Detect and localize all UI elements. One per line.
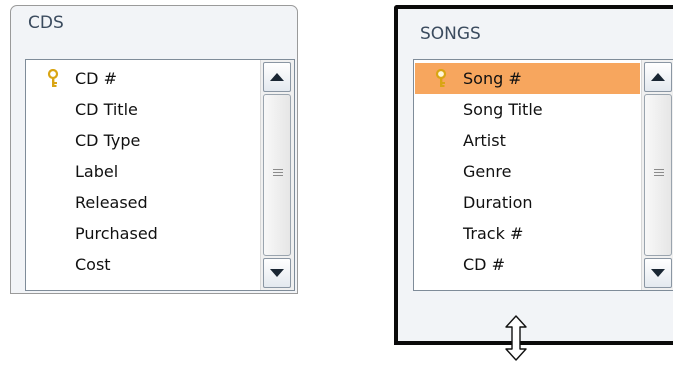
field-row[interactable]: Released: [27, 187, 257, 218]
field-name: CD Title: [75, 100, 138, 119]
field-row[interactable]: Track #: [415, 218, 640, 249]
table-title-cds[interactable]: CDS: [11, 6, 297, 36]
field-name: Label: [75, 162, 119, 181]
field-row[interactable]: Duration: [415, 187, 640, 218]
field-row[interactable]: Label: [27, 156, 257, 187]
primary-key-icon: [435, 69, 447, 87]
field-row[interactable]: CD Title: [27, 94, 257, 125]
field-name: Cost: [75, 255, 111, 274]
field-row[interactable]: Genre: [415, 156, 640, 187]
field-row-selected[interactable]: Song #: [415, 63, 640, 94]
scroll-down-button[interactable]: [644, 258, 672, 288]
scroll-thumb[interactable]: [263, 94, 291, 256]
field-row[interactable]: Artist: [415, 125, 640, 156]
scroll-up-arrow-icon: [270, 73, 284, 81]
field-row[interactable]: CD #: [415, 249, 640, 280]
field-row[interactable]: CD Type: [27, 125, 257, 156]
vertical-resize-cursor-icon: [505, 315, 527, 361]
scroll-up-arrow-icon: [651, 73, 665, 81]
field-row[interactable]: Song Title: [415, 94, 640, 125]
field-name: CD #: [463, 255, 505, 274]
field-name: Song #: [463, 69, 522, 88]
scroll-up-button[interactable]: [644, 62, 672, 92]
field-name: Purchased: [75, 224, 158, 243]
scroll-down-button[interactable]: [263, 258, 291, 288]
field-name: Duration: [463, 193, 533, 212]
table-cds[interactable]: CDS CD # CD Title CD Type Label Released…: [10, 5, 298, 294]
field-name: Released: [75, 193, 148, 212]
field-list-songs: Song # Song Title Artist Genre Duration …: [413, 59, 673, 291]
field-row[interactable]: CD #: [27, 63, 257, 94]
scroll-up-button[interactable]: [263, 62, 291, 92]
scroll-down-arrow-icon: [270, 269, 284, 277]
field-name: Artist: [463, 131, 506, 150]
primary-key-icon: [47, 69, 59, 87]
vertical-scrollbar[interactable]: [260, 60, 294, 290]
table-songs[interactable]: SONGS Song # Song Title Artist Genre Dur…: [394, 5, 673, 345]
vertical-scrollbar[interactable]: [641, 60, 673, 290]
field-name: Genre: [463, 162, 512, 181]
field-name: Song Title: [463, 100, 543, 119]
table-title-songs[interactable]: SONGS: [398, 17, 673, 47]
field-name: Track #: [463, 224, 524, 243]
field-row[interactable]: Purchased: [27, 218, 257, 249]
field-name: CD #: [75, 69, 117, 88]
field-name: CD Type: [75, 131, 141, 150]
scroll-down-arrow-icon: [651, 269, 665, 277]
field-list-cds: CD # CD Title CD Type Label Released Pur…: [25, 59, 295, 291]
scroll-thumb[interactable]: [644, 94, 672, 256]
field-row[interactable]: Cost: [27, 249, 257, 280]
